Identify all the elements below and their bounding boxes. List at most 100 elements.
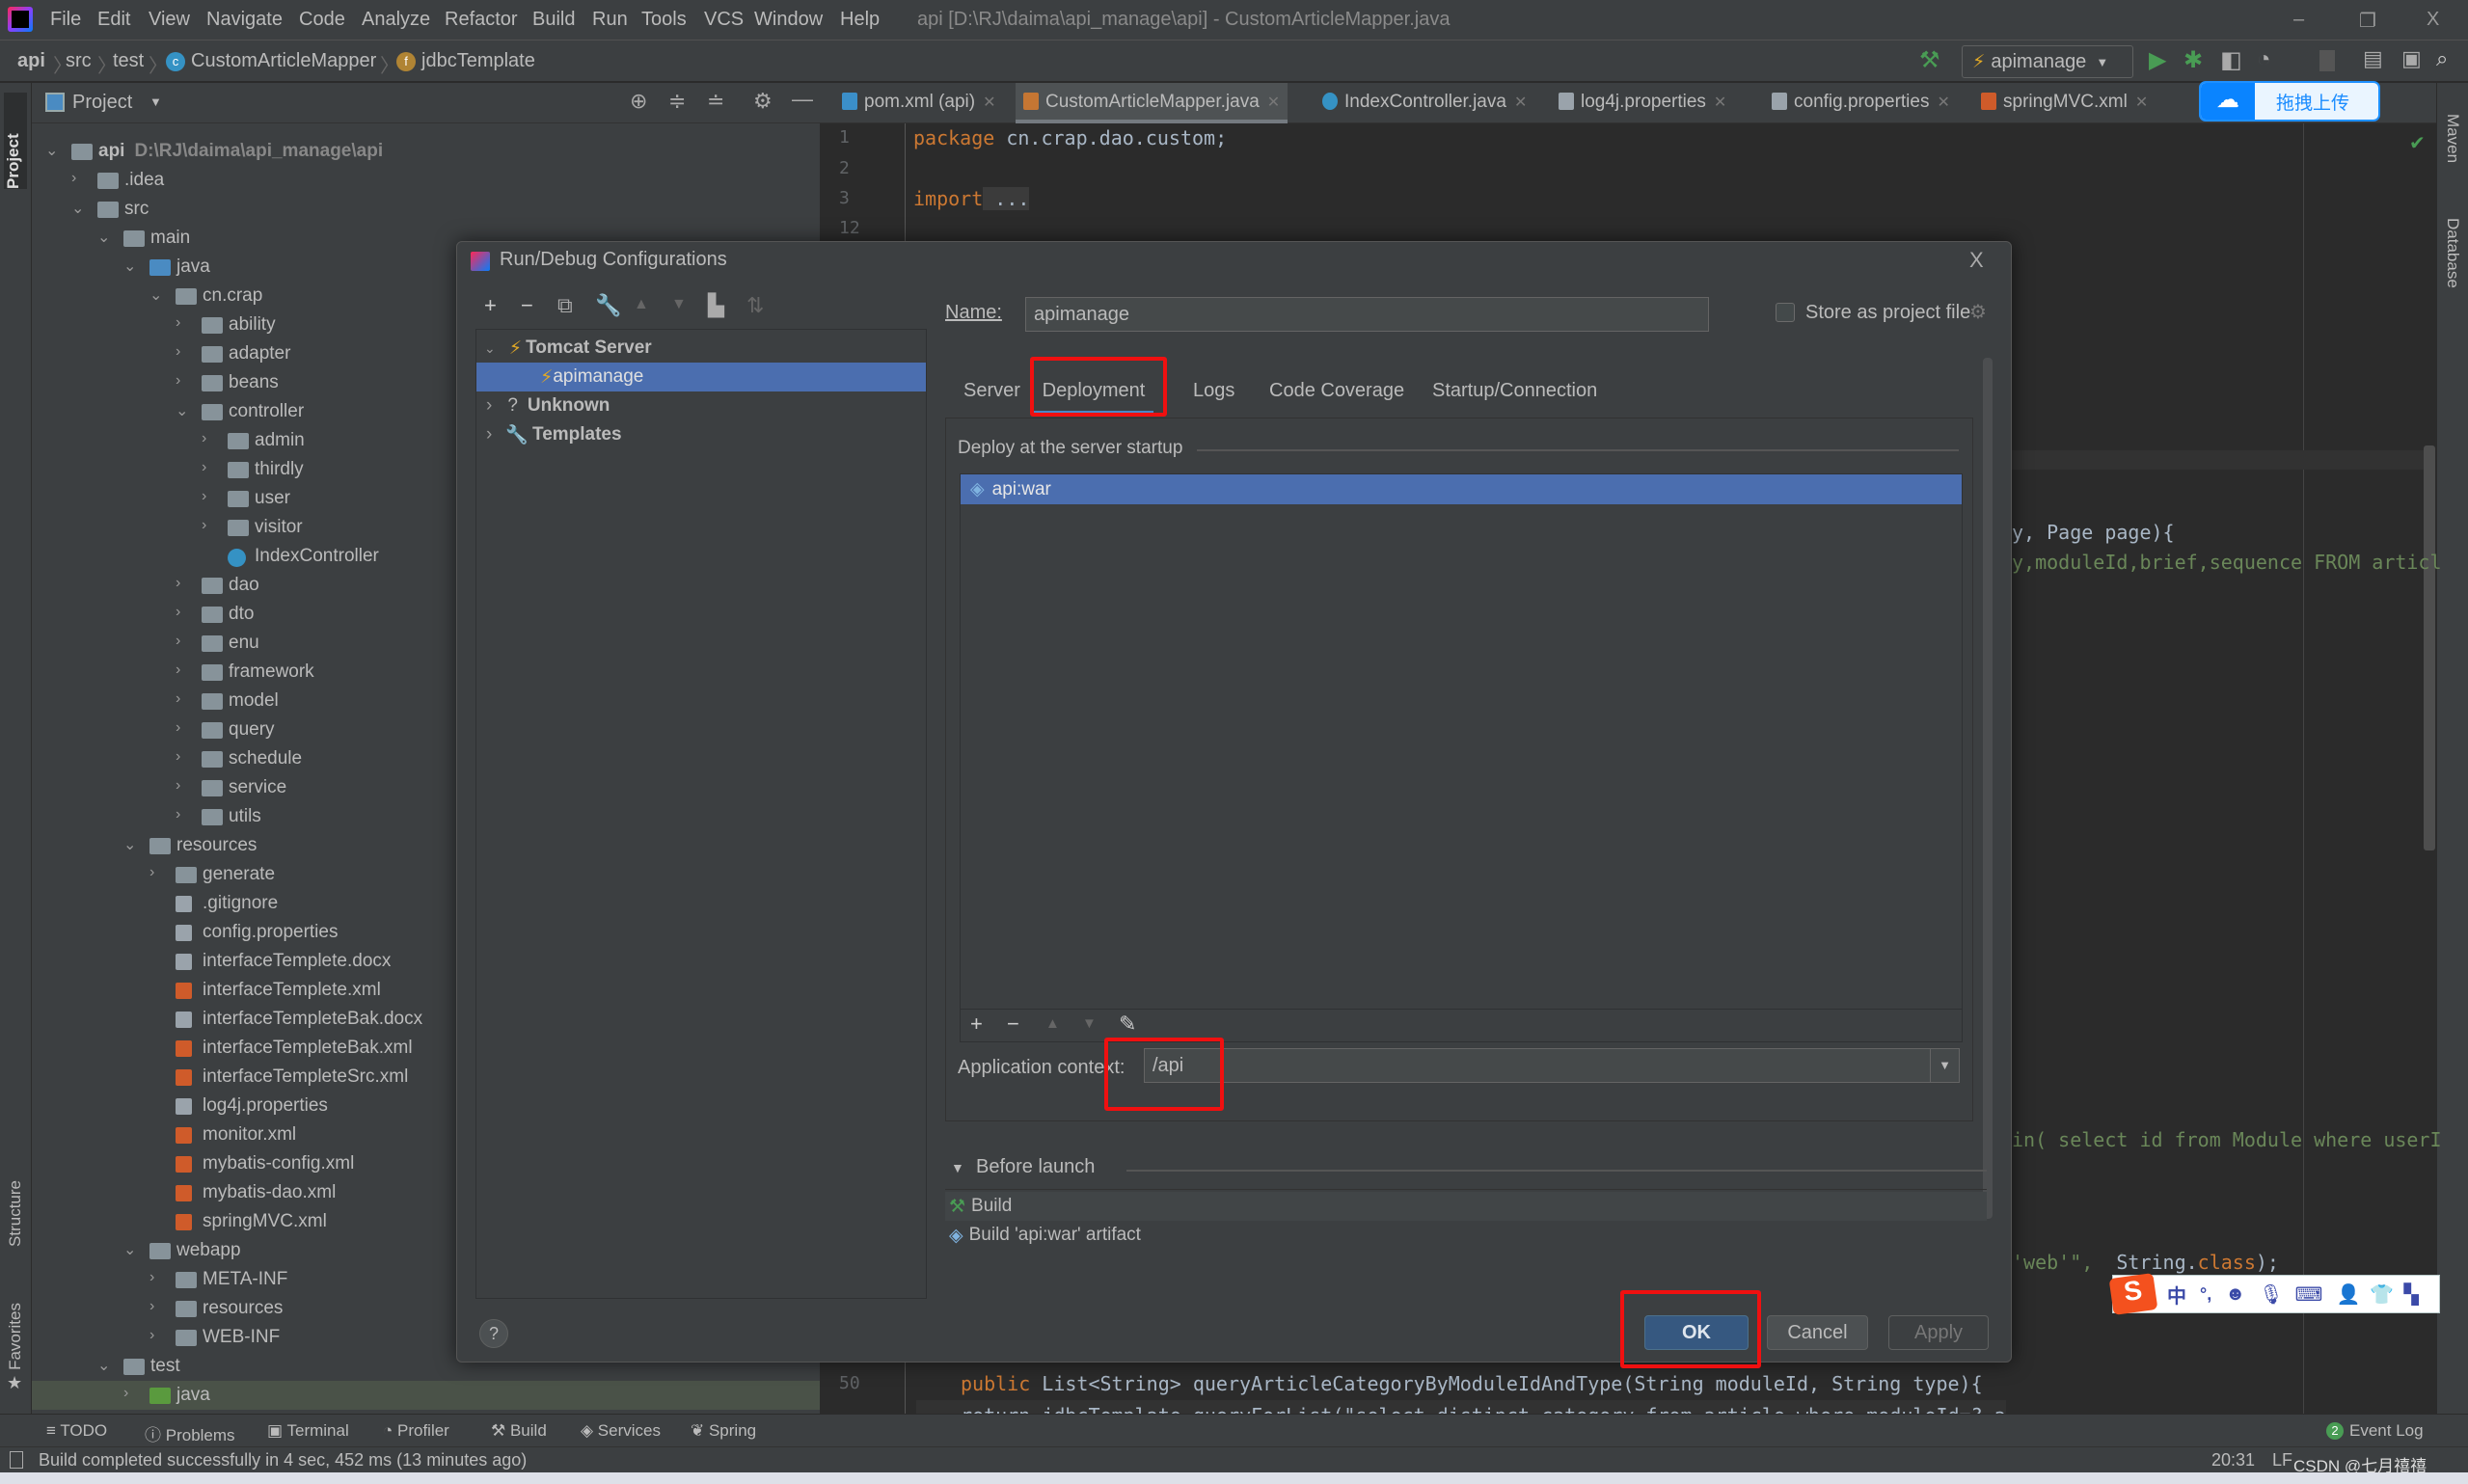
chevron-right-icon[interactable]: ›: [149, 1269, 154, 1286]
gear-icon[interactable]: ⚙: [753, 89, 773, 114]
status-toggle-icon[interactable]: [10, 1451, 23, 1469]
copy-config-icon[interactable]: ⧉: [557, 293, 573, 318]
chevron-right-icon[interactable]: ›: [176, 748, 180, 766]
chevron-down-icon[interactable]: ⌄: [123, 256, 136, 276]
remove-artifact-icon[interactable]: −: [1007, 1012, 1019, 1037]
build-tool-button[interactable]: ⚒ Build: [491, 1421, 547, 1441]
chevron-down-icon[interactable]: ▼: [149, 94, 162, 109]
run-icon[interactable]: ▶: [2149, 46, 2166, 74]
chevron-down-icon[interactable]: ▼: [1930, 1049, 1959, 1082]
menu-code[interactable]: Code: [299, 9, 345, 31]
tree-item[interactable]: ⌄ src: [32, 195, 820, 224]
collapse-all-icon[interactable]: ≐: [707, 89, 724, 114]
editor-tab[interactable]: springMVC.xml ✕: [1973, 83, 2156, 123]
tab-server[interactable]: Server: [963, 380, 1020, 402]
close-tab-icon[interactable]: ✕: [2135, 94, 2148, 111]
store-as-project-file-checkbox[interactable]: [1776, 303, 1795, 322]
breadcrumb-api[interactable]: api: [17, 50, 45, 72]
chevron-right-icon[interactable]: ›: [202, 517, 206, 534]
tree-node-tomcat-server[interactable]: ⌄ ⚡ Tomcat Server: [476, 334, 926, 363]
tab-logs[interactable]: Logs: [1193, 380, 1234, 402]
before-launch-label[interactable]: Before launch: [976, 1156, 1095, 1178]
locate-icon[interactable]: ⊕: [630, 89, 647, 114]
tree-item[interactable]: ⌄ api D:\RJ\daima\api_manage\api: [32, 137, 820, 166]
menu-vcs[interactable]: VCS: [704, 9, 744, 31]
breadcrumb-class[interactable]: CustomArticleMapper: [191, 50, 376, 72]
skin-shirt-icon[interactable]: 👕: [2370, 1282, 2394, 1307]
tab-startup-connection[interactable]: Startup/Connection: [1432, 380, 1597, 402]
profile-icon[interactable]: ◔: [2257, 46, 2271, 73]
close-tab-icon[interactable]: ✕: [1267, 94, 1280, 111]
caret-position[interactable]: 20:31: [2211, 1450, 2255, 1471]
stop-icon[interactable]: [2319, 50, 2335, 71]
chevron-down-icon[interactable]: ⌄: [45, 141, 58, 160]
run-anything-icon[interactable]: ▣: [2401, 46, 2422, 71]
expand-all-icon[interactable]: ≑: [668, 89, 686, 114]
menu-run[interactable]: Run: [592, 9, 628, 31]
apps-grid-icon[interactable]: ▚: [2403, 1282, 2418, 1307]
chevron-right-icon[interactable]: ›: [202, 459, 206, 476]
structure-tool-button[interactable]: Structure: [6, 1180, 25, 1247]
tree-node-templates[interactable]: › 🔧 Templates: [476, 420, 926, 449]
database-tool-button[interactable]: Database: [2443, 218, 2462, 288]
sort-icon[interactable]: ⇅: [746, 293, 764, 318]
move-up-icon[interactable]: ▲: [634, 296, 649, 313]
menu-view[interactable]: View: [149, 9, 190, 31]
chevron-down-icon[interactable]: ⌄: [176, 401, 188, 420]
project-view-selector[interactable]: Project: [72, 92, 132, 114]
menu-help[interactable]: Help: [840, 9, 880, 31]
minimize-button[interactable]: –: [2293, 9, 2304, 31]
problems-tool-button[interactable]: ⓘ Problems: [145, 1421, 235, 1445]
run-config-selector[interactable]: ⚡ apimanage ▼: [1962, 45, 2133, 78]
store-as-project-file-label[interactable]: Store as project file: [1805, 302, 1970, 324]
chevron-right-icon[interactable]: ›: [202, 488, 206, 505]
close-tab-icon[interactable]: ✕: [983, 94, 995, 111]
before-launch-item[interactable]: ⚒ Build: [945, 1192, 1987, 1221]
chevron-down-icon[interactable]: ⌄: [97, 1356, 110, 1375]
coverage-icon[interactable]: ◧: [2220, 46, 2242, 74]
chevron-down-icon[interactable]: ⌄: [123, 1240, 136, 1259]
editor-tab[interactable]: log4j.properties ✕: [1551, 83, 1734, 123]
move-down-icon[interactable]: ▼: [671, 296, 687, 313]
dialog-close-button[interactable]: X: [1969, 248, 1984, 273]
app-context-combobox[interactable]: /api ▼: [1144, 1048, 1960, 1083]
event-log-button[interactable]: 2 Event Log: [2326, 1421, 2424, 1441]
chevron-right-icon[interactable]: ›: [176, 661, 180, 679]
help-button[interactable]: ?: [479, 1319, 508, 1348]
editor-tab[interactable]: config.properties ✕: [1764, 83, 1958, 123]
chevron-right-icon[interactable]: ›: [176, 806, 180, 823]
chevron-right-icon[interactable]: ›: [202, 430, 206, 447]
chevron-right-icon[interactable]: ›: [176, 575, 180, 592]
menu-navigate[interactable]: Navigate: [206, 9, 283, 31]
services-tool-button[interactable]: ◈ Services: [581, 1421, 661, 1441]
line-separator[interactable]: LF: [2272, 1450, 2292, 1471]
user-icon[interactable]: 👤: [2337, 1282, 2361, 1307]
wrench-icon[interactable]: 🔧: [595, 293, 621, 318]
hide-icon[interactable]: —: [792, 87, 813, 112]
menu-tools[interactable]: Tools: [641, 9, 687, 31]
chevron-right-icon[interactable]: ›: [176, 372, 180, 390]
editor-tab[interactable]: CustomArticleMapper.java ✕: [1016, 83, 1288, 123]
restore-button[interactable]: ❐: [2359, 9, 2376, 33]
chevron-down-icon[interactable]: ⌄: [97, 228, 110, 247]
chevron-down-icon[interactable]: ⌄: [123, 835, 136, 854]
search-icon[interactable]: ⌕: [2436, 46, 2448, 71]
tree-item[interactable]: › .idea: [32, 166, 820, 195]
chevron-right-icon[interactable]: ›: [176, 604, 180, 621]
apply-button[interactable]: Apply: [1888, 1315, 1989, 1350]
chevron-right-icon[interactable]: ›: [176, 343, 180, 361]
menu-refactor[interactable]: Refactor: [445, 9, 518, 31]
chevron-right-icon[interactable]: ›: [176, 690, 180, 708]
editor-tab[interactable]: pom.xml (api) ✕: [834, 83, 1003, 123]
chevron-right-icon[interactable]: ›: [176, 777, 180, 795]
project-tool-button[interactable]: Project: [4, 93, 27, 189]
dialog-scrollbar[interactable]: [1983, 358, 1993, 1219]
close-tab-icon[interactable]: ✕: [1714, 94, 1726, 111]
breadcrumb-field[interactable]: jdbcTemplate: [421, 50, 535, 72]
ime-punctuation-toggle[interactable]: °,: [2200, 1284, 2211, 1305]
spring-tool-button[interactable]: ❦ Spring: [691, 1421, 756, 1441]
breadcrumb-src[interactable]: src: [66, 50, 92, 72]
tab-code-coverage[interactable]: Code Coverage: [1269, 380, 1404, 402]
editor-tab[interactable]: IndexController.java ✕: [1315, 83, 1534, 123]
chevron-right-icon[interactable]: ›: [149, 1298, 154, 1315]
